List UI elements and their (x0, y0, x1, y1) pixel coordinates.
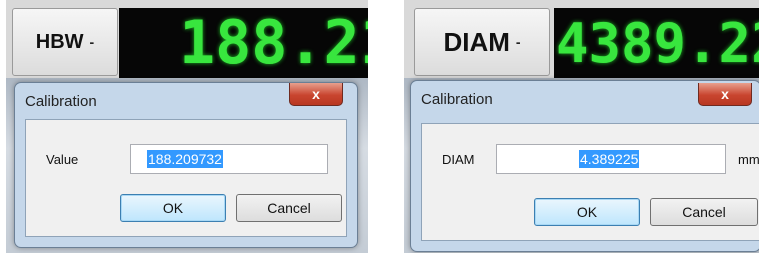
reading-display: 188.21 (119, 8, 368, 78)
calibration-dialog: Calibration x Value 188.209732 OK Cancel (14, 82, 358, 248)
dialog-body: Value 188.209732 OK Cancel (25, 119, 347, 237)
ok-button[interactable]: OK (534, 198, 640, 226)
close-icon: x (312, 86, 320, 102)
reading-display: 4389.224 (554, 8, 759, 78)
dropdown-arrow-icon: - (515, 34, 521, 50)
value-input[interactable]: 188.209732 (130, 144, 328, 174)
unit-label: DIAM (443, 26, 510, 57)
diam-field-label: DIAM (442, 152, 475, 167)
unit-suffix-label: mm (738, 152, 759, 167)
unit-label: HBW (35, 30, 84, 53)
calibration-screenshot-right: DIAM - 4389.224 Calibration x DIAM 4.389… (404, 0, 759, 253)
diam-input[interactable]: 4.389225 (496, 144, 726, 174)
calibration-screenshot-left: HBW - 188.21 Calibration x Value 188.209… (6, 0, 368, 253)
close-button[interactable]: x (698, 83, 752, 106)
close-icon: x (721, 86, 729, 102)
close-button[interactable]: x (289, 83, 343, 106)
cancel-button[interactable]: Cancel (650, 198, 758, 226)
dialog-title: Calibration (25, 93, 97, 110)
unit-selector-button[interactable]: DIAM - (414, 8, 550, 76)
ok-button[interactable]: OK (120, 194, 226, 222)
dialog-body: DIAM 4.389225 mm OK Cancel (421, 123, 759, 241)
unit-selector-button[interactable]: HBW - (12, 8, 118, 76)
value-field-label: Value (46, 152, 79, 167)
value-input-text: 188.209732 (147, 150, 223, 168)
cancel-button[interactable]: Cancel (236, 194, 342, 222)
dialog-title: Calibration (421, 91, 493, 108)
dropdown-arrow-icon: - (89, 34, 95, 50)
diam-input-text: 4.389225 (579, 150, 640, 168)
calibration-dialog: Calibration x DIAM 4.389225 mm OK Cancel (410, 80, 759, 252)
